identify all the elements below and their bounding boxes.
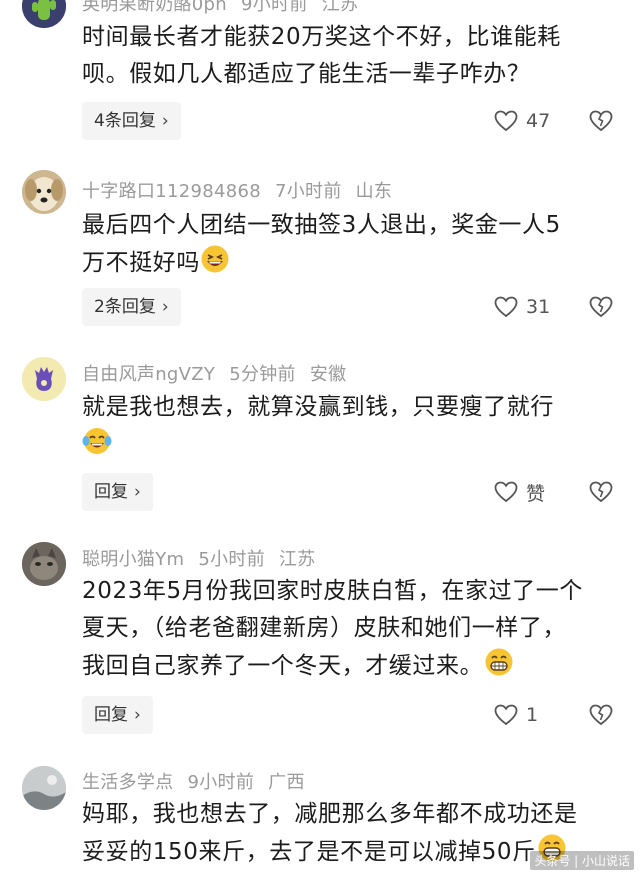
avatar[interactable] bbox=[22, 766, 66, 810]
dislike-button[interactable] bbox=[589, 696, 613, 734]
username[interactable]: 英明果断奶酪0pn bbox=[82, 0, 227, 15]
username[interactable]: 生活多学点 bbox=[82, 772, 174, 793]
location: 广西 bbox=[268, 772, 305, 793]
timestamp: 9小时前 bbox=[241, 0, 308, 15]
comment-line: 妈耶，我也想去了，减肥那么多年都不成功还是 bbox=[82, 801, 578, 827]
comment-text: 就是我也想去，就算没赢到钱，只要瘦了就行 bbox=[82, 389, 622, 468]
location: 安徽 bbox=[309, 364, 347, 385]
timestamp: 9小时前 bbox=[187, 772, 255, 793]
like-count: 1 bbox=[526, 704, 539, 726]
comment-text: 2023年5月份我回家时皮肤白皙，在家过了一个 夏天，（给老爸翻建新房）皮肤和她… bbox=[82, 573, 622, 689]
location: 山东 bbox=[355, 181, 393, 202]
laughing-emoji-icon bbox=[200, 244, 230, 286]
comment-line: 我回自己家养了一个冬天，才缓过来。 bbox=[82, 647, 622, 689]
avatar[interactable] bbox=[22, 0, 66, 28]
comment-meta: 十字路口112984868 7小时前 山东 bbox=[82, 177, 406, 203]
grinning-emoji-icon bbox=[483, 647, 515, 689]
comment-text: 最后四个人团结一致抽签3人退出，奖金一人5 万不挺好吗 bbox=[82, 207, 622, 286]
comment-meta: 聪明小猫Ym 5小时前 江苏 bbox=[82, 545, 330, 571]
reply-label: 回复 bbox=[94, 482, 128, 502]
broken-heart-icon bbox=[589, 704, 613, 726]
comment-line: 2023年5月份我回家时皮肤白皙，在家过了一个 bbox=[82, 578, 583, 604]
comment-line bbox=[82, 426, 622, 468]
comment-text: 时间最长者才能获20万奖这个不好，比谁能耗 呗。假如几人都适应了能生活一辈子咋办… bbox=[82, 19, 622, 93]
comment-meta: 生活多学点 9小时前 广西 bbox=[82, 768, 319, 794]
heart-icon bbox=[494, 110, 518, 132]
timestamp: 7小时前 bbox=[274, 181, 342, 202]
view-replies-button[interactable]: 2条回复 › bbox=[82, 288, 181, 326]
view-replies-button[interactable]: 4条回复 › bbox=[82, 102, 181, 140]
reply-button[interactable]: 回复 › bbox=[82, 473, 153, 511]
avatar[interactable] bbox=[22, 357, 66, 401]
timestamp: 5小时前 bbox=[198, 549, 265, 570]
chevron-right-icon: › bbox=[161, 297, 169, 317]
comment-line: 就是我也想去，就算没赢到钱，只要瘦了就行 bbox=[82, 394, 554, 420]
comment-meta: 英明果断奶酪0pn 9小时前 江苏 bbox=[82, 0, 372, 16]
broken-heart-icon bbox=[589, 296, 613, 318]
comment-meta: 自由风声ngVZY 5分钟前 安徽 bbox=[82, 360, 360, 386]
avatar[interactable] bbox=[22, 170, 66, 214]
comment-line: 呗。假如几人都适应了能生活一辈子咋办？ bbox=[82, 61, 531, 87]
username[interactable]: 十字路口112984868 bbox=[82, 181, 261, 202]
reply-label: 2条回复 bbox=[94, 297, 156, 317]
location: 江苏 bbox=[279, 549, 316, 570]
heart-icon bbox=[494, 704, 518, 726]
chevron-right-icon: › bbox=[134, 482, 141, 502]
like-count: 47 bbox=[526, 110, 551, 132]
timestamp: 5分钟前 bbox=[229, 364, 296, 385]
heart-icon bbox=[494, 481, 518, 503]
dislike-button[interactable] bbox=[589, 288, 613, 326]
location: 江苏 bbox=[321, 0, 359, 15]
reply-button[interactable]: 回复 › bbox=[82, 696, 153, 734]
like-button[interactable]: 1 bbox=[494, 696, 538, 734]
chevron-right-icon: › bbox=[134, 705, 141, 725]
like-button[interactable]: 赞 bbox=[494, 473, 545, 511]
like-button[interactable]: 31 bbox=[494, 288, 550, 326]
broken-heart-icon bbox=[589, 110, 613, 132]
watermark: 头条号 | 小山说话 bbox=[530, 851, 634, 870]
username[interactable]: 聪明小猫Ym bbox=[82, 549, 184, 570]
broken-heart-icon bbox=[589, 481, 613, 503]
reply-label: 回复 bbox=[94, 705, 128, 725]
comment-line: 最后四个人团结一致抽签3人退出，奖金一人5 bbox=[82, 212, 561, 238]
like-button[interactable]: 47 bbox=[494, 102, 550, 140]
avatar[interactable] bbox=[22, 542, 66, 586]
comment-line: 时间最长者才能获20万奖这个不好，比谁能耗 bbox=[82, 24, 561, 50]
tears-of-joy-emoji-icon bbox=[82, 426, 112, 468]
chevron-right-icon: › bbox=[161, 111, 169, 131]
like-count: 31 bbox=[526, 296, 551, 318]
like-count: 赞 bbox=[526, 482, 546, 505]
comment-line: 夏天，（给老爸翻建新房）皮肤和她们一样了， bbox=[82, 615, 567, 641]
comment-line: 万不挺好吗 bbox=[82, 244, 622, 286]
dislike-button[interactable] bbox=[589, 473, 613, 511]
reply-label: 4条回复 bbox=[94, 111, 156, 131]
dislike-button[interactable] bbox=[589, 102, 613, 140]
heart-icon bbox=[494, 296, 518, 318]
username[interactable]: 自由风声ngVZY bbox=[82, 364, 215, 385]
